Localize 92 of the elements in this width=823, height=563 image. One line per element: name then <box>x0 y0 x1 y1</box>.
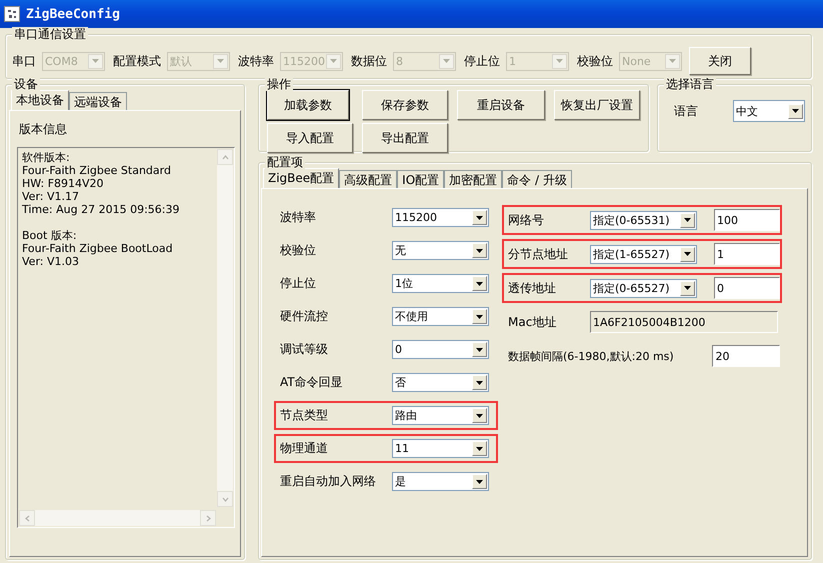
caret-icon <box>669 59 676 63</box>
info-text: Four-Faith Zigbee BootLoad <box>22 242 174 255</box>
field-label: 网络号 <box>508 212 545 228</box>
app-icon <box>4 6 20 22</box>
group-title: 设备 <box>12 77 40 91</box>
group-title: 操作 <box>265 77 293 91</box>
input-field[interactable]: 0 <box>714 277 780 299</box>
dropdown[interactable]: 无 <box>392 241 489 260</box>
caret-icon <box>92 59 99 63</box>
action-button[interactable]: 导入配置 <box>267 123 353 153</box>
input-field[interactable]: 100 <box>714 209 780 231</box>
field-label: 校验位 <box>577 52 613 70</box>
tab[interactable]: 本地设备 <box>11 90 69 110</box>
caret-icon <box>217 59 224 63</box>
dropdown[interactable]: 指定(0-65527) <box>590 278 697 298</box>
window-title: ZigBeeConfig <box>26 6 120 22</box>
caret-icon <box>556 59 563 63</box>
dropdown[interactable]: 0 <box>392 340 489 359</box>
field-label: 硬件流控 <box>280 308 329 325</box>
chevron-left-icon <box>24 514 30 522</box>
tab[interactable]: IO配置 <box>397 170 444 188</box>
field-label: Mac地址 <box>508 314 558 330</box>
chevron-down-icon <box>222 496 228 502</box>
caret-icon <box>684 218 691 222</box>
field-label: 串口 <box>12 52 36 70</box>
close-button[interactable]: 关闭 <box>689 47 751 75</box>
field-label: 重启自动加入网络 <box>280 473 377 490</box>
info-text: Ver: V1.17 <box>22 190 80 203</box>
field-label: 波特率 <box>238 52 274 70</box>
caret-icon <box>476 282 483 286</box>
action-button[interactable]: 重启设备 <box>457 90 545 120</box>
chevron-right-icon <box>204 514 212 522</box>
caret-icon <box>476 446 483 450</box>
action-button[interactable]: 保存参数 <box>362 90 448 120</box>
info-text: Boot 版本: <box>22 229 78 242</box>
caret-icon <box>476 380 483 384</box>
caret-icon <box>684 252 691 256</box>
dropdown[interactable]: 1位 <box>392 274 489 293</box>
caret-icon <box>443 59 450 63</box>
dropdown[interactable]: 中文 <box>733 100 805 122</box>
field-label: 物理通道 <box>280 440 329 457</box>
action-button[interactable]: 恢复出厂设置 <box>554 90 640 120</box>
group-title: 配置项 <box>265 155 305 169</box>
caret-icon <box>476 348 483 352</box>
field-label: 分节点地址 <box>508 246 569 262</box>
tab[interactable]: ZigBee配置 <box>263 168 340 188</box>
field-label: 节点类型 <box>280 407 329 424</box>
dropdown[interactable]: 否 <box>392 373 489 392</box>
field-label: 透传地址 <box>508 280 557 296</box>
field-label: 波特率 <box>280 209 317 226</box>
dropdown[interactable]: 115200 <box>392 208 489 227</box>
field-label: 语言 <box>674 102 698 120</box>
info-text: Four-Faith Zigbee Standard <box>22 164 172 177</box>
caret-icon <box>476 414 483 418</box>
action-button[interactable]: 导出配置 <box>362 123 448 153</box>
info-text: Time: Aug 27 2015 09:56:39 <box>22 203 180 216</box>
tab[interactable]: 命令 / 升级 <box>502 170 572 188</box>
info-text: Ver: V1.03 <box>22 255 80 268</box>
input-field[interactable]: 20 <box>712 345 780 367</box>
info-text: HW: F8914V20 <box>22 177 105 190</box>
field-label: 停止位 <box>464 52 500 70</box>
section-heading: 版本信息 <box>19 121 68 138</box>
chevron-up-icon <box>222 154 228 160</box>
group-title: 选择语言 <box>664 77 716 91</box>
caret-icon <box>476 314 483 318</box>
tab[interactable]: 远端设备 <box>69 92 127 110</box>
field-label: 数据位 <box>351 52 387 70</box>
caret-icon <box>476 480 483 484</box>
field-label: 调试等级 <box>280 341 329 358</box>
dropdown[interactable]: 不使用 <box>392 307 489 326</box>
field-label: AT命令回显 <box>280 374 344 391</box>
info-text: 软件版本: <box>22 151 71 164</box>
dropdown[interactable]: 11 <box>392 439 489 458</box>
caret-icon <box>476 216 483 220</box>
field-label: 校验位 <box>280 242 317 259</box>
input-field: 1A6F2105004B1200 <box>590 311 778 333</box>
group-title: 串口通信设置 <box>12 27 88 41</box>
action-button[interactable]: 加载参数 <box>267 90 349 120</box>
caret-icon <box>792 109 799 113</box>
tab[interactable]: 高级配置 <box>339 170 398 188</box>
field-label: 数据帧间隔(6-1980,默认:20 ms) <box>508 348 675 364</box>
tab[interactable]: 加密配置 <box>444 170 502 188</box>
caret-icon <box>476 248 483 252</box>
dropdown[interactable]: 指定(1-65527) <box>590 244 697 264</box>
dropdown[interactable]: 路由 <box>392 406 489 425</box>
caret-icon <box>330 59 337 63</box>
dropdown[interactable]: 指定(0-65531) <box>590 210 697 230</box>
dropdown[interactable]: 是 <box>392 472 489 491</box>
input-field[interactable]: 1 <box>714 243 780 265</box>
field-label: 停止位 <box>280 275 317 292</box>
caret-icon <box>684 286 691 290</box>
field-label: 配置模式 <box>113 52 161 70</box>
